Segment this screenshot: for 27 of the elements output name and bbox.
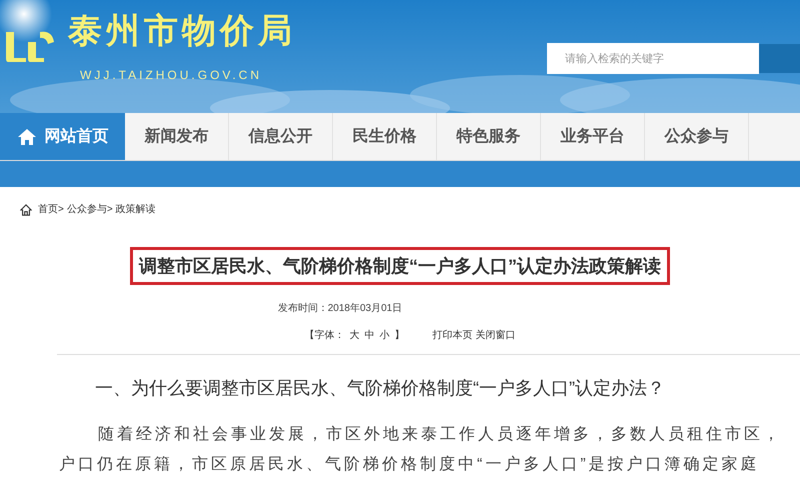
site-title: 泰州市物价局	[68, 14, 296, 48]
article-paragraph: 随着经济和社会事业发展，市区外地来泰工作人员逐年增多，多数人员租住市区，户口仍在原籍，市区原居民水、气阶梯价格制度中“一户多人口”是按户口簿确定家庭	[59, 424, 783, 475]
nav-tab[interactable]: 民生价格	[333, 113, 437, 160]
nav-tab[interactable]: 公众参与	[645, 113, 749, 160]
nav-tab[interactable]: 业务平台	[541, 113, 645, 160]
breadcrumb-link[interactable]: 公众参与>	[66, 202, 113, 217]
close-window-link[interactable]: 关闭窗口	[476, 328, 516, 343]
nav-tab[interactable]: 信息公开	[229, 113, 333, 160]
font-size-link[interactable]: 小	[380, 328, 390, 343]
print-link[interactable]: 打印本页	[432, 328, 472, 343]
site-url: WJJ.TAIZHOU.GOV.CN	[80, 67, 262, 84]
nav-tab[interactable]: 特色服务	[437, 113, 541, 160]
article-title: 调整市区居民水、气阶梯价格制度“一户多人口”认定办法政策解读	[130, 247, 670, 285]
font-size-link[interactable]: 中	[364, 328, 374, 343]
breadcrumb-link[interactable]: 首页>	[38, 202, 64, 217]
font-size-bracket: 】	[394, 328, 404, 343]
nav-tab[interactable]: 新闻发布	[125, 113, 229, 160]
section-heading: 一、为什么要调整市区居民水、气阶梯价格制度“一户多人口”认定办法？	[94, 377, 666, 400]
search-button[interactable]	[759, 44, 800, 73]
home-icon	[20, 204, 32, 216]
nav-tab[interactable]: 网站首页	[0, 113, 125, 160]
publish-time: 发布时间：2018年03月01日	[278, 302, 402, 316]
font-size-link[interactable]: 大	[350, 328, 360, 343]
home-icon	[16, 126, 36, 146]
breadcrumb-link[interactable]: 政策解读	[116, 202, 156, 217]
search-field[interactable]: 请输入检索的关键字	[547, 43, 759, 74]
font-size-label: 【字体：	[304, 328, 344, 343]
